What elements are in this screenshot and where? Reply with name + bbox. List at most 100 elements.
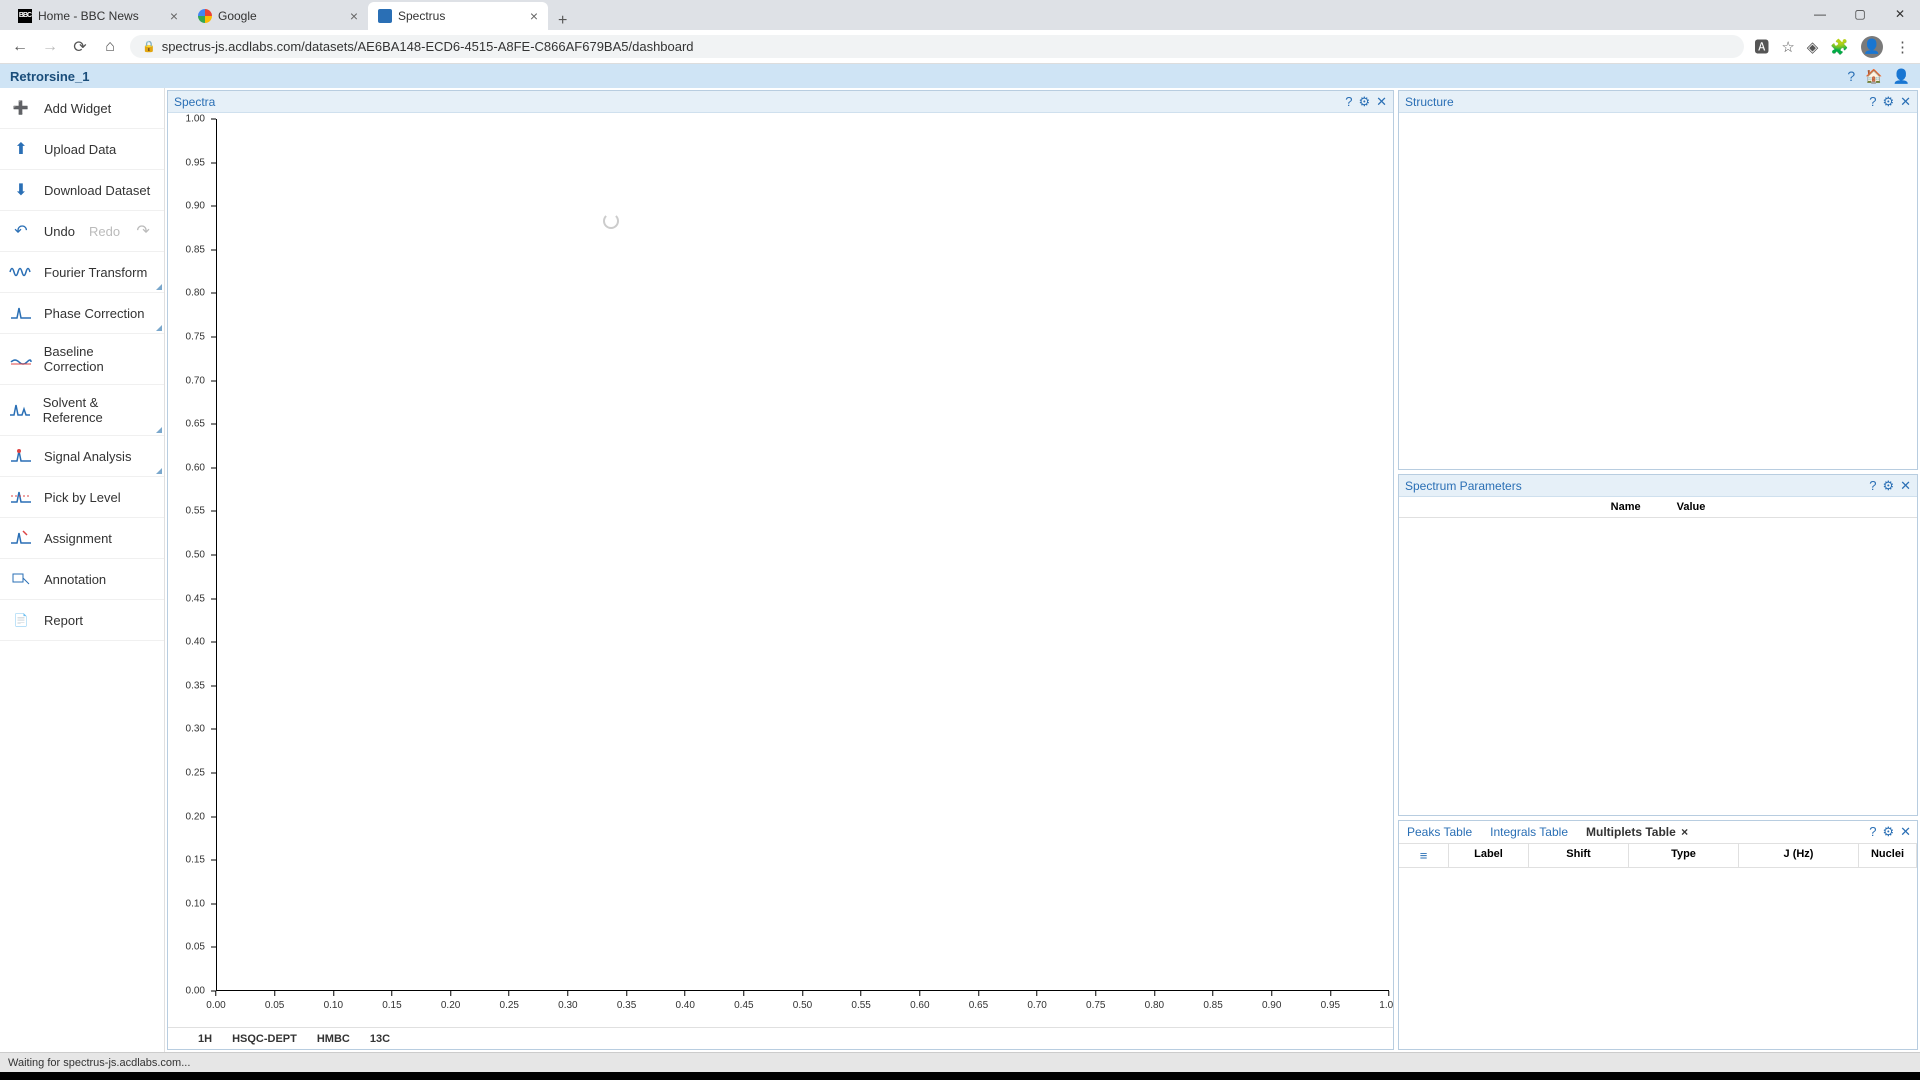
help-icon[interactable]: ? <box>1869 94 1876 110</box>
sidebar-item-signal-analysis[interactable]: Signal Analysis <box>0 436 164 477</box>
tab-hsqc-dept[interactable]: HSQC-DEPT <box>232 1033 297 1045</box>
window-close-button[interactable]: ✕ <box>1880 2 1920 26</box>
gear-icon[interactable]: ⚙ <box>1882 94 1894 110</box>
close-icon[interactable]: ✕ <box>1376 94 1387 110</box>
close-icon[interactable]: × <box>530 9 538 23</box>
window-minimize-button[interactable]: — <box>1800 2 1840 26</box>
sidebar-item-fourier-transform[interactable]: Fourier Transform <box>0 252 164 293</box>
spectrus-icon <box>378 9 392 23</box>
annotation-icon <box>8 569 34 589</box>
browser-tab-strip: BBC Home - BBC News × Google × Spectrus … <box>0 0 1920 30</box>
plus-icon <box>8 98 34 118</box>
tab-integrals-table[interactable]: Integrals Table <box>1488 823 1570 841</box>
home-icon[interactable]: 🏠 <box>1865 68 1882 85</box>
col-shift: Shift <box>1529 844 1629 867</box>
params-panel-title: Spectrum Parameters <box>1405 479 1522 493</box>
help-icon[interactable]: ? <box>1345 94 1352 110</box>
tab-hmbc[interactable]: HMBC <box>317 1033 350 1045</box>
sidebar-item-label: Baseline Correction <box>44 344 156 374</box>
spectra-panel-title: Spectra <box>174 95 215 109</box>
sidebar-item-label: Add Widget <box>44 101 111 116</box>
tab-multiplets-table[interactable]: Multiplets Table × <box>1584 823 1690 841</box>
multiplets-table-body[interactable] <box>1399 868 1917 1049</box>
help-icon[interactable]: ? <box>1847 68 1855 85</box>
profile-avatar[interactable]: 👤 <box>1861 36 1883 58</box>
sidebar-item-add-widget[interactable]: Add Widget <box>0 88 164 129</box>
share-icon[interactable]: ◈ <box>1807 38 1819 56</box>
tab-title: Spectrus <box>398 9 445 23</box>
sidebar-item-report[interactable]: Report <box>0 600 164 641</box>
browser-tab-bbc[interactable]: BBC Home - BBC News × <box>8 2 188 30</box>
user-icon[interactable]: 👤 <box>1893 68 1910 85</box>
translate-icon[interactable]: 🅰 <box>1754 36 1769 57</box>
close-icon[interactable]: × <box>170 9 178 23</box>
url-input[interactable]: 🔒 spectrus-js.acdlabs.com/datasets/AE6BA… <box>130 35 1744 58</box>
address-bar: ← → ⟳ ⌂ 🔒 spectrus-js.acdlabs.com/datase… <box>0 30 1920 64</box>
assignment-icon <box>8 528 34 548</box>
report-icon <box>8 610 34 630</box>
col-label: Label <box>1449 844 1529 867</box>
y-axis: 0.000.050.100.150.200.250.300.350.400.45… <box>168 119 216 991</box>
help-icon[interactable]: ? <box>1869 824 1876 840</box>
sidebar-item-pick-by-level[interactable]: Pick by Level <box>0 477 164 518</box>
spectrum-chart[interactable]: 0.000.050.100.150.200.250.300.350.400.45… <box>168 113 1393 1027</box>
new-tab-button[interactable]: + <box>548 12 577 30</box>
home-button[interactable]: ⌂ <box>100 38 120 56</box>
structure-viewer[interactable] <box>1399 113 1917 469</box>
loading-spinner-icon <box>603 213 619 229</box>
submenu-indicator-icon <box>156 427 162 433</box>
signal-icon <box>8 446 34 466</box>
tab-1h[interactable]: 1H <box>198 1033 212 1045</box>
submenu-indicator-icon <box>156 284 162 290</box>
tab-peaks-table[interactable]: Peaks Table <box>1405 823 1474 841</box>
sidebar-item-download-dataset[interactable]: Download Dataset <box>0 170 164 211</box>
multiplets-table-header: ≡ Label Shift Type J (Hz) Nuclei <box>1399 843 1917 868</box>
close-icon[interactable]: × <box>1681 825 1688 839</box>
gear-icon[interactable]: ⚙ <box>1882 478 1894 494</box>
tab-title: Google <box>218 9 257 23</box>
y-axis-line <box>216 119 217 991</box>
submenu-indicator-icon <box>156 325 162 331</box>
google-icon <box>198 9 212 23</box>
sidebar-item-solvent-reference[interactable]: Solvent & Reference <box>0 385 164 436</box>
bbc-icon: BBC <box>18 9 32 23</box>
sidebar-item-phase-correction[interactable]: Phase Correction <box>0 293 164 334</box>
sidebar-item-label: Signal Analysis <box>44 449 131 464</box>
sidebar: Add Widget Upload Data Download Dataset … <box>0 88 165 1052</box>
close-icon[interactable]: × <box>350 9 358 23</box>
browser-tab-google[interactable]: Google × <box>188 2 368 30</box>
gear-icon[interactable]: ⚙ <box>1882 824 1894 840</box>
app-header: Retrorsine_1 ? 🏠 👤 <box>0 64 1920 88</box>
forward-button: → <box>40 38 60 56</box>
sidebar-item-baseline-correction[interactable]: Baseline Correction <box>0 334 164 385</box>
x-axis: 0.000.050.100.150.200.250.300.350.400.45… <box>216 991 1389 1027</box>
extensions-icon[interactable]: 🧩 <box>1830 38 1849 56</box>
dataset-title: Retrorsine_1 <box>10 69 89 84</box>
tab-13c[interactable]: 13C <box>370 1033 390 1045</box>
sidebar-item-undo-redo[interactable]: Undo Redo <box>0 211 164 252</box>
undo-icon <box>8 221 34 241</box>
gear-icon[interactable]: ⚙ <box>1358 94 1370 110</box>
browser-tab-spectrus[interactable]: Spectrus × <box>368 2 548 30</box>
window-maximize-button[interactable]: ▢ <box>1840 2 1880 26</box>
pick-level-icon <box>8 487 34 507</box>
close-icon[interactable]: ✕ <box>1900 478 1911 494</box>
waveform-icon <box>8 262 34 282</box>
sidebar-item-upload-data[interactable]: Upload Data <box>0 129 164 170</box>
reload-button[interactable]: ⟳ <box>70 37 90 57</box>
submenu-indicator-icon <box>156 468 162 474</box>
back-button[interactable]: ← <box>10 38 30 56</box>
upload-icon <box>8 139 34 159</box>
sidebar-item-annotation[interactable]: Annotation <box>0 559 164 600</box>
menu-icon[interactable]: ⋮ <box>1895 38 1910 56</box>
redo-icon <box>130 221 156 241</box>
sidebar-item-assignment[interactable]: Assignment <box>0 518 164 559</box>
sidebar-item-label: Undo <box>44 224 75 239</box>
close-icon[interactable]: ✕ <box>1900 824 1911 840</box>
bookmark-icon[interactable]: ☆ <box>1781 38 1794 56</box>
close-icon[interactable]: ✕ <box>1900 94 1911 110</box>
col-name: Name <box>1611 501 1641 513</box>
table-menu-icon[interactable]: ≡ <box>1399 844 1449 867</box>
sidebar-item-label: Fourier Transform <box>44 265 147 280</box>
help-icon[interactable]: ? <box>1869 478 1876 494</box>
